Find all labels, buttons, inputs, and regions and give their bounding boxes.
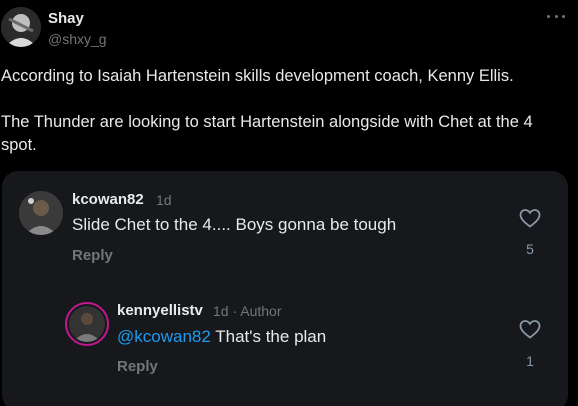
mention-link[interactable]: @kcowan82: [117, 327, 211, 346]
more-options-icon[interactable]: [547, 9, 565, 23]
author-name[interactable]: Shay: [48, 10, 84, 27]
post-text: According to Isaiah Hartenstein skills d…: [1, 65, 569, 157]
post-paragraph: According to Isaiah Hartenstein skills d…: [1, 67, 514, 85]
commenter-avatar[interactable]: [19, 191, 63, 235]
like-count: 1: [526, 353, 534, 369]
author-avatar[interactable]: [1, 7, 41, 47]
comment-text: Slide Chet to the 4.... Boys gonna be to…: [72, 215, 397, 234]
comment-time: 1d: [156, 192, 172, 208]
reply-button[interactable]: Reply: [117, 358, 158, 375]
reply-button[interactable]: Reply: [72, 247, 113, 264]
author-reply-avatar[interactable]: [65, 302, 109, 346]
like-count: 5: [526, 241, 534, 257]
reply-text-body: That's the plan: [210, 327, 327, 346]
heart-icon[interactable]: [517, 317, 543, 341]
reply-text: @kcowan82 That's the plan: [117, 327, 326, 347]
comment-username[interactable]: kcowan82: [72, 191, 144, 208]
post-paragraph: The Thunder are looking to start Hartens…: [1, 113, 533, 154]
reply-username[interactable]: kennyellistv: [117, 302, 203, 319]
post: Shay @shxy_g According to Isaiah Hartens…: [0, 0, 578, 406]
heart-icon[interactable]: [517, 206, 543, 230]
reply-meta: 1d · Author: [213, 303, 282, 319]
author-handle[interactable]: @shxy_g: [48, 31, 107, 47]
threads-card[interactable]: kcowan82 1d Slide Chet to the 4.... Boys…: [2, 171, 568, 406]
